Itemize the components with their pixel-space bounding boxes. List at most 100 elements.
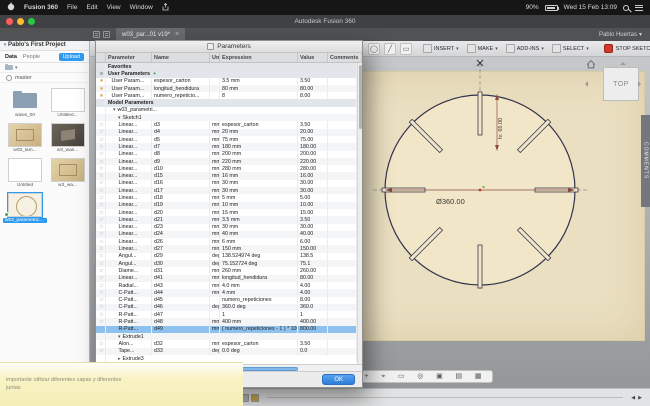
tree-caret-icon[interactable]: ▾ (118, 115, 121, 121)
chevron-down-icon[interactable]: ▾ (15, 65, 18, 71)
param-row[interactable]: ☆Diame...d31mm260 mm260.00 (96, 267, 357, 274)
param-comments-cell[interactable] (328, 151, 357, 158)
favorite-star-icon[interactable]: ☆ (96, 267, 106, 274)
tree-caret-icon[interactable]: ▾ (113, 107, 116, 113)
param-row[interactable]: ☆R-Patt...d49mm( numero_repeticiones - 1… (96, 326, 357, 333)
favorite-star-icon[interactable]: ☆ (96, 224, 106, 231)
param-expression-cell[interactable]: 200 mm (220, 151, 298, 158)
fit-icon[interactable]: ▭ (398, 373, 405, 380)
favorite-star-icon[interactable]: ★ (96, 85, 106, 92)
param-comments-cell[interactable] (328, 165, 357, 172)
favorite-star-icon[interactable]: ☆ (96, 238, 106, 245)
favorite-star-icon[interactable]: ★ (96, 78, 106, 85)
data-panel-item[interactable]: w03_parametrico_01 (3, 193, 47, 223)
favorite-star-icon[interactable]: ☆ (96, 348, 106, 355)
param-expression-cell[interactable]: 3.5 mm (220, 216, 298, 223)
favorite-star-icon[interactable]: ☆ (96, 282, 106, 289)
param-expression-cell[interactable]: longitud_hendidura (220, 275, 298, 282)
favorite-star-icon[interactable]: ☆ (96, 121, 106, 128)
param-row[interactable]: ★User Param...numero_repeticio...88.00 (96, 92, 357, 99)
favorite-star-icon[interactable]: ☆ (96, 318, 106, 325)
param-expression-cell[interactable]: 150 mm (220, 245, 298, 252)
rectangle-tool-icon[interactable]: ▭ (400, 43, 412, 55)
zoom-window-button[interactable] (28, 18, 35, 25)
upload-button[interactable]: Upload (59, 53, 84, 61)
param-row[interactable]: ☆Linear...d19mm10 mm10.00 (96, 202, 357, 209)
param-comments-cell[interactable] (328, 253, 357, 260)
data-panel-item[interactable]: w03_lam... (3, 123, 47, 153)
favorite-star-icon[interactable]: ☆ (96, 209, 106, 216)
menu-window[interactable]: Window (130, 4, 153, 11)
favorite-star-icon[interactable]: ☆ (96, 202, 106, 209)
param-row[interactable]: ☆Linear...d5mm75 mm75.00 (96, 136, 357, 143)
close-window-button[interactable] (6, 18, 13, 25)
param-expression-cell[interactable]: 4.0 mm (220, 282, 298, 289)
param-row[interactable]: ☆Linear...d16mm30 mm30.00 (96, 180, 357, 187)
menu-file[interactable]: File (67, 4, 77, 11)
favorite-star-icon[interactable]: ☆ (96, 151, 106, 158)
param-expression-cell[interactable]: 280 mm (220, 165, 298, 172)
param-comments-cell[interactable] (328, 78, 357, 85)
favorite-star-icon[interactable]: ☆ (96, 245, 106, 252)
param-comments-cell[interactable] (328, 260, 357, 267)
param-comments-cell[interactable] (328, 282, 357, 289)
share-icon[interactable] (162, 3, 169, 13)
param-comments-cell[interactable] (328, 202, 357, 209)
data-panel-toggle-icon[interactable] (93, 31, 100, 38)
param-comments-cell[interactable] (328, 304, 357, 311)
param-tree-row[interactable]: ▾Extrude1 (96, 333, 357, 340)
param-row[interactable]: ☆Linear...d20mm15 mm15.00 (96, 209, 357, 216)
toolbar-menu-make[interactable]: MAKE▾ (464, 44, 501, 53)
favorite-star-icon[interactable]: ★ (96, 70, 106, 77)
param-row[interactable]: ☆Angul...d30deg75.152724 deg75.1 (96, 260, 357, 267)
param-comments-cell[interactable] (328, 121, 357, 128)
param-row[interactable]: ☆Linear...d8mm200 mm200.00 (96, 151, 357, 158)
param-row[interactable]: ☆Linear...d24mm40 mm40.00 (96, 231, 357, 238)
tree-caret-icon[interactable]: ▸ (118, 356, 121, 362)
circle-tool-icon[interactable]: ◯ (368, 43, 380, 55)
favorite-star-icon[interactable]: ☆ (96, 165, 106, 172)
viewcube-rotate-right-icon[interactable] (638, 81, 644, 87)
toolbar-menu-select[interactable]: SELECT▾ (549, 44, 592, 53)
timeline-scroll-left-icon[interactable]: ◀ (631, 395, 635, 401)
tab-data[interactable]: Data (5, 54, 17, 60)
param-row[interactable]: ☆Linear...d21mm3.5 mm3.50 (96, 216, 357, 223)
param-row[interactable]: ☆Tape...d33deg0.0 deg0.0 (96, 348, 357, 355)
param-comments-cell[interactable] (328, 297, 357, 304)
favorite-star-icon[interactable]: ☆ (96, 326, 106, 333)
spotlight-icon[interactable] (623, 5, 629, 11)
param-row[interactable]: ☆Alon...d32mmespesor_carton3.50 (96, 340, 357, 347)
folder-filter-row[interactable]: ▾ (0, 63, 89, 73)
param-row[interactable]: ☆Linear...d18mm5 mm5.00 (96, 194, 357, 201)
param-expression-cell[interactable]: ( numero_repeticiones - 1 ) * 100 mm (220, 326, 298, 333)
param-row[interactable]: ☆Linear...d3mmespesor_carton3.50 (96, 121, 357, 128)
param-row[interactable]: ☆Angul...d29deg138.524974 deg138.5 (96, 253, 357, 260)
param-comments-cell[interactable] (328, 318, 357, 325)
orbit-icon[interactable]: ◎ (417, 373, 423, 380)
param-comments-cell[interactable] (328, 238, 357, 245)
menubar-clock[interactable]: Wed 15 Feb 13:09 (564, 4, 617, 11)
param-expression-cell[interactable]: 20 mm (220, 129, 298, 136)
param-expression-cell[interactable]: 220 mm (220, 158, 298, 165)
param-expression-cell[interactable]: 30 mm (220, 180, 298, 187)
param-comments-cell[interactable] (328, 216, 357, 223)
toolbar-menu-add-ins[interactable]: ADD-INS▾ (503, 44, 547, 53)
param-row[interactable]: ★User Param...longitud_hendidura80 mm80.… (96, 85, 357, 92)
param-row[interactable]: ★User Param...espesor_carton3.5 mm3.50 (96, 78, 357, 85)
param-tree-row[interactable]: ▾Sketch1 (96, 114, 357, 121)
favorite-star-icon[interactable]: ☆ (96, 297, 106, 304)
notification-center-icon[interactable] (635, 5, 643, 11)
param-comments-cell[interactable] (328, 340, 357, 347)
minimize-window-button[interactable] (17, 18, 24, 25)
param-comments-cell[interactable] (328, 129, 357, 136)
favorite-star-icon[interactable]: ☆ (96, 231, 106, 238)
menu-view[interactable]: View (107, 4, 121, 11)
vertical-scrollbar[interactable] (357, 63, 362, 364)
column-header-comments[interactable]: Comments (328, 53, 362, 62)
column-header-unit[interactable]: Unit (210, 53, 220, 62)
dialog-titlebar[interactable]: Parameters (96, 41, 362, 53)
sticky-note[interactable]: importante utilizar diferentes capas y d… (0, 362, 243, 406)
favorite-star-icon[interactable]: ☆ (96, 289, 106, 296)
param-comments-cell[interactable] (328, 311, 357, 318)
column-header-expression[interactable]: Expression (220, 53, 298, 62)
